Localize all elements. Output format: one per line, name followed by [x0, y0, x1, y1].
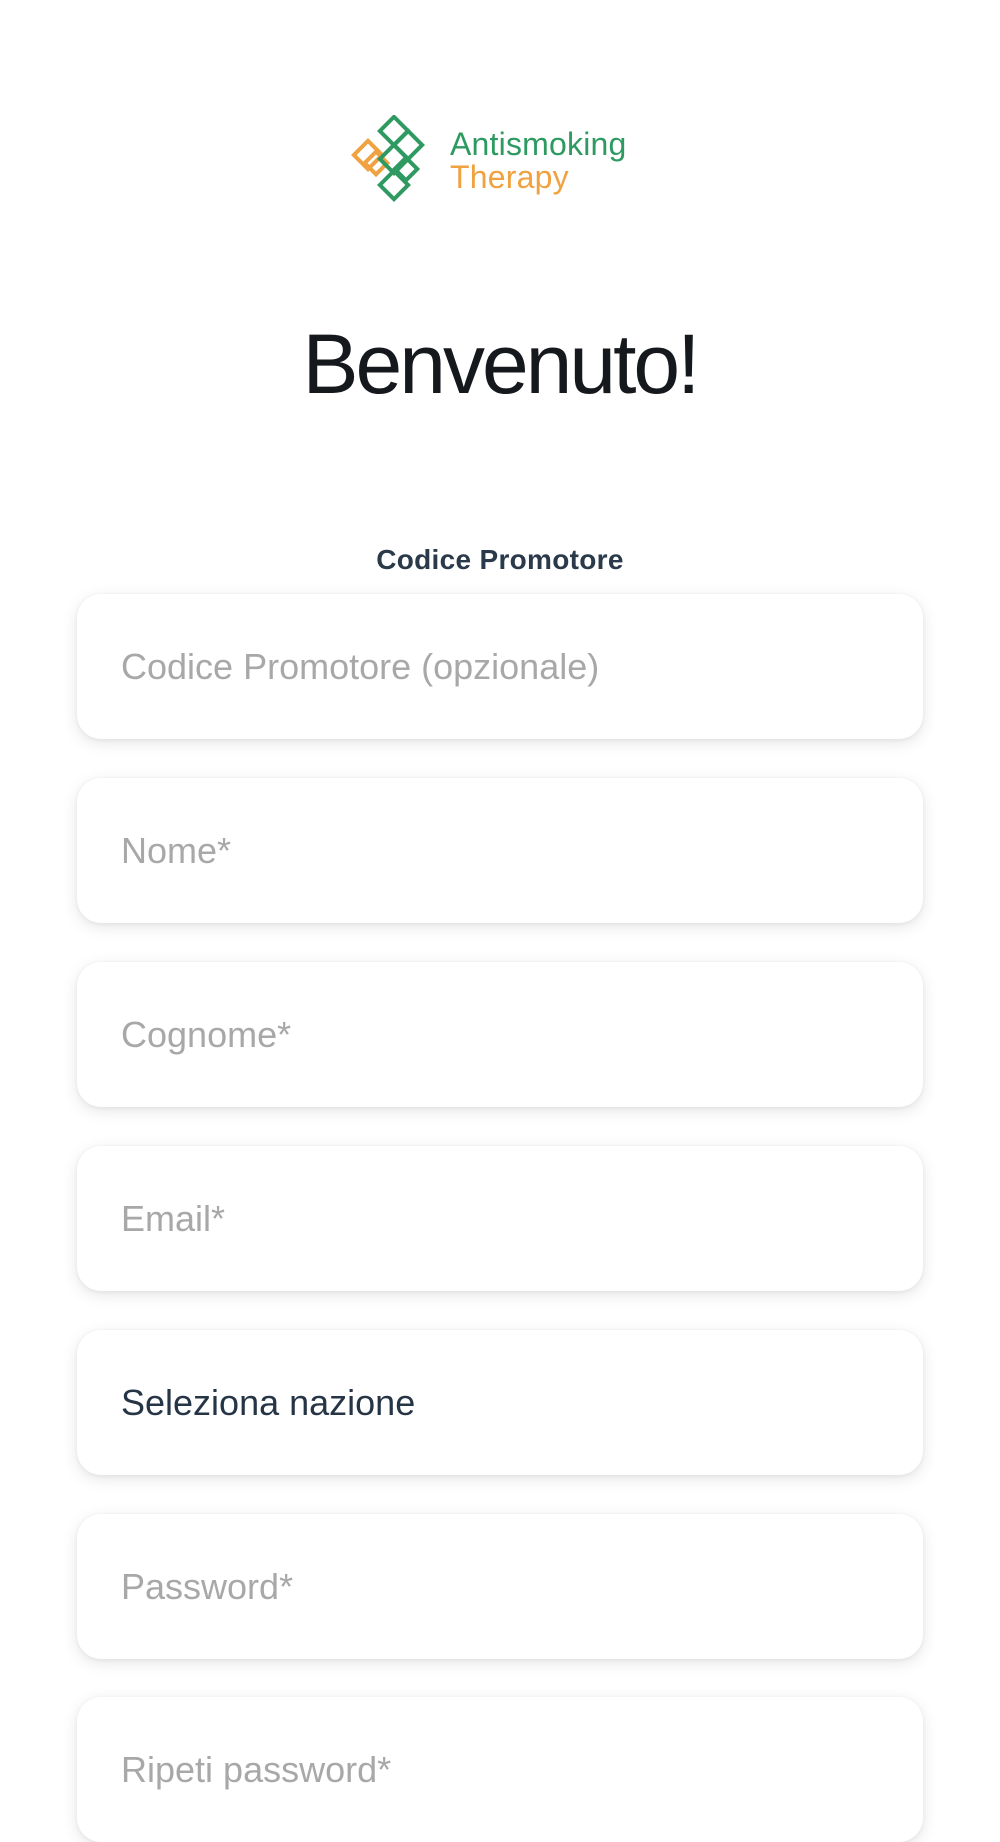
page-title: Benvenuto! [302, 317, 700, 411]
promoter-code-field [77, 594, 923, 739]
logo-text-antismoking: Antismoking [450, 126, 627, 163]
first-name-input[interactable] [77, 778, 923, 923]
promoter-code-input[interactable] [77, 594, 923, 739]
last-name-input[interactable] [77, 962, 923, 1107]
logo-text-therapy: Therapy [450, 159, 569, 195]
email-field [77, 1146, 923, 1291]
country-select[interactable]: Seleziona nazione [77, 1330, 923, 1475]
logo-knot-icon [351, 115, 425, 202]
password-input[interactable] [77, 1514, 923, 1659]
email-input[interactable] [77, 1146, 923, 1291]
repeat-password-input[interactable] [77, 1697, 923, 1842]
promoter-code-label: Codice Promotore [376, 544, 624, 575]
last-name-field [77, 962, 923, 1107]
logo-wordmark: Antismoking Therapy [450, 128, 627, 193]
first-name-field [77, 778, 923, 923]
repeat-password-field [77, 1697, 923, 1842]
password-field [77, 1514, 923, 1659]
country-select-value: Seleziona nazione [121, 1381, 416, 1423]
app-logo: Antismoking Therapy [348, 114, 668, 208]
